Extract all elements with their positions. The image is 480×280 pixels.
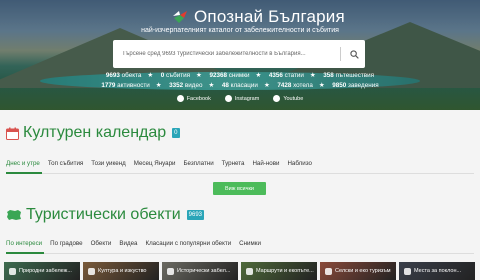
show-all-button[interactable]: Виж всички	[213, 182, 266, 195]
search-box	[113, 40, 365, 68]
site-title: Опознай България	[194, 7, 345, 26]
tab-free[interactable]: Безплатни	[183, 160, 218, 167]
stat-item[interactable]: 48 класации	[222, 82, 258, 89]
leaf-icon	[9, 267, 16, 275]
tab-month-january[interactable]: Месец Януари	[134, 160, 181, 167]
calendar-count-badge: 0	[172, 128, 180, 138]
instagram-icon	[224, 95, 232, 102]
objects-heading: Туристически обекти 9693	[6, 206, 204, 224]
tab-today-tomorrow[interactable]: Днес и утре	[6, 160, 45, 167]
instagram-link[interactable]: Instagram	[224, 95, 259, 102]
site-logo[interactable]: Опознай България	[172, 7, 345, 27]
search-icon	[349, 49, 359, 59]
calendar-title: Културен календар	[23, 124, 167, 141]
category-tile[interactable]: Исторически забел...	[162, 262, 238, 280]
calendar-tabs-divider	[6, 173, 474, 174]
objects-tabs: По интереси По градове Обекти Видеа Клас…	[6, 240, 269, 247]
tab-by-interest[interactable]: По интереси	[6, 240, 47, 247]
tab-this-weekend[interactable]: Този уикенд	[91, 160, 130, 167]
stats-panel: 9693 обекта ★ 0 събития ★ 92368 снимки ★ 43…	[0, 71, 480, 91]
column-icon	[167, 267, 174, 275]
tab-tours[interactable]: Турнета	[222, 160, 250, 167]
church-icon	[404, 267, 411, 275]
category-tile[interactable]: Селски и еко туризъм	[320, 262, 396, 280]
objects-title: Туристически обекти	[26, 206, 181, 223]
stat-item[interactable]: 3352 видео	[169, 82, 202, 89]
tab-by-city[interactable]: По градове	[50, 240, 87, 247]
stat-item[interactable]: 7428 хотела	[277, 82, 313, 89]
tab-rankings[interactable]: Класации с популярни обекти	[145, 240, 236, 247]
category-tile[interactable]: Природни забележ...	[4, 262, 80, 280]
search-input[interactable]	[122, 51, 340, 57]
site-tagline: най-изчерпателният каталог от забележите…	[141, 27, 339, 34]
search-divider	[340, 47, 341, 61]
bulgaria-map-icon	[7, 210, 21, 220]
stat-item[interactable]: 9693 обекта	[106, 72, 141, 79]
objects-count-badge: 9693	[186, 210, 204, 220]
calendar-tabs: Днес и утре Топ събития Този уикенд Месе…	[6, 160, 320, 167]
stat-item[interactable]: 92368 снимки	[209, 72, 249, 79]
tab-nearby[interactable]: Наблизо	[287, 160, 316, 167]
stats-row-2: 1779 активности ★ 3352 видео ★ 48 класации…	[101, 82, 379, 89]
tab-videos[interactable]: Видеа	[119, 240, 142, 247]
calendar-active-tab-indicator	[6, 172, 42, 174]
facebook-icon	[176, 95, 184, 102]
category-tiles: Природни забележ... Култура и изкуство И…	[0, 262, 480, 280]
house-icon	[325, 267, 332, 275]
hero-banner: Опознай България най-изчерпателният ката…	[0, 0, 480, 110]
youtube-link[interactable]: Youtube	[273, 95, 303, 102]
facebook-link[interactable]: Facebook	[176, 95, 211, 102]
tab-top-events[interactable]: Топ събития	[48, 160, 88, 167]
tab-photos[interactable]: Снимки	[239, 240, 266, 247]
search-button[interactable]	[347, 47, 361, 61]
stat-item[interactable]: 358 пътешествия	[323, 72, 374, 79]
tab-objects[interactable]: Обекти	[91, 240, 117, 247]
category-tile[interactable]: Култура и изкуство	[83, 262, 159, 280]
stat-item[interactable]: 0 събития	[161, 72, 190, 79]
tab-newest[interactable]: Най-нови	[252, 160, 284, 167]
hiking-icon	[246, 267, 253, 275]
calendar-icon	[6, 127, 19, 140]
category-tile[interactable]: Места за поклон...	[399, 262, 475, 280]
calendar-heading: Културен календар 0	[6, 124, 180, 142]
stat-item[interactable]: 4356 статии	[269, 72, 304, 79]
objects-active-tab-indicator	[6, 252, 44, 254]
theater-icon	[88, 267, 95, 275]
stat-item[interactable]: 9850 заведения	[332, 82, 378, 89]
social-links: Facebook Instagram Youtube	[0, 95, 480, 102]
objects-tabs-divider	[6, 253, 474, 254]
youtube-icon	[273, 95, 281, 102]
stats-row-1: 9693 обекта ★ 0 събития ★ 92368 снимки ★ 43…	[105, 72, 375, 79]
category-tile[interactable]: Маршрути и екопъте...	[241, 262, 317, 280]
stat-item[interactable]: 1779 активности	[101, 82, 149, 89]
bulgaria-flag-icon	[172, 10, 188, 24]
